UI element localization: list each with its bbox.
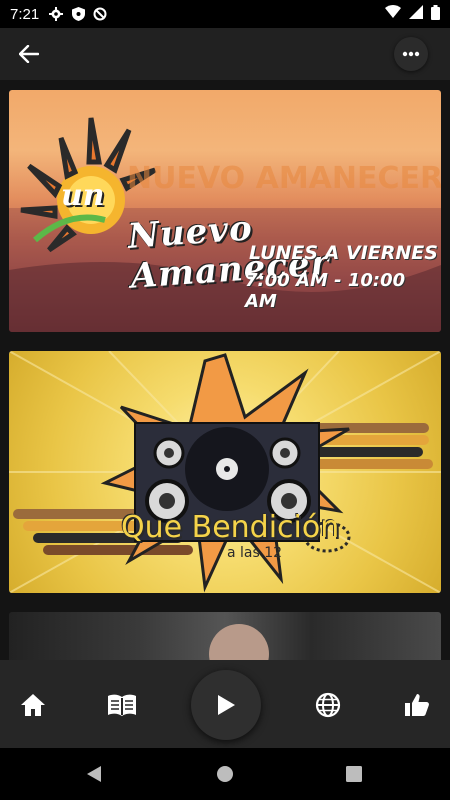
no-sync-icon — [93, 7, 107, 21]
signal-icon — [409, 5, 423, 23]
nav-like-button[interactable] — [400, 690, 434, 720]
card-schedule-hours: 7:00 AM - 10:00 AM — [245, 270, 406, 312]
back-triangle-icon — [87, 766, 101, 782]
home-circle-icon — [217, 766, 233, 782]
card-title-prefix: un — [61, 178, 105, 213]
arrow-back-icon — [19, 45, 39, 63]
nav-home-button[interactable] — [16, 690, 50, 720]
card-title: Que Bendición — [121, 510, 340, 545]
battery-icon — [431, 4, 440, 24]
system-home-button[interactable] — [213, 762, 237, 786]
nav-book-button[interactable] — [105, 690, 139, 720]
app-screen: 7:21 NUEVO AMANECER un Nuevo Amanecer LU… — [0, 0, 450, 800]
globe-icon — [315, 692, 341, 718]
card-subtitle: a las 12 — [227, 545, 283, 561]
more-options-button[interactable] — [394, 37, 428, 71]
settings-icon — [49, 7, 64, 21]
card-photo — [209, 624, 269, 660]
card-schedule-days: LUNES A VIERNES — [249, 242, 438, 264]
shield-icon — [71, 7, 85, 21]
nav-web-button[interactable] — [311, 690, 345, 720]
back-button[interactable] — [14, 40, 44, 68]
play-button[interactable] — [191, 670, 261, 740]
status-right-icons — [385, 4, 440, 24]
program-card-nuevo-amanecer[interactable]: NUEVO AMANECER un Nuevo Amanecer LUNES A… — [9, 90, 441, 332]
recents-square-icon — [346, 766, 362, 782]
system-back-button[interactable] — [82, 762, 106, 786]
system-nav-bar — [0, 748, 450, 800]
wifi-icon — [385, 5, 401, 23]
program-card-que-bendicion[interactable]: Que Bendición a las 12 — [9, 351, 441, 593]
more-horizontal-icon — [402, 51, 420, 57]
book-icon — [108, 694, 136, 716]
home-icon — [21, 694, 45, 716]
program-card-partial[interactable] — [9, 612, 441, 660]
app-bar — [0, 28, 450, 80]
title-echo: NUEVO AMANECER — [127, 161, 441, 196]
status-time: 7:21 — [10, 5, 40, 23]
thumbs-up-icon — [405, 694, 429, 716]
system-recents-button[interactable] — [342, 762, 366, 786]
bottom-nav — [0, 660, 450, 748]
program-list: NUEVO AMANECER un Nuevo Amanecer LUNES A… — [0, 80, 450, 660]
card-background-art — [9, 351, 441, 593]
play-icon — [218, 695, 235, 715]
status-bar: 7:21 — [0, 0, 450, 28]
